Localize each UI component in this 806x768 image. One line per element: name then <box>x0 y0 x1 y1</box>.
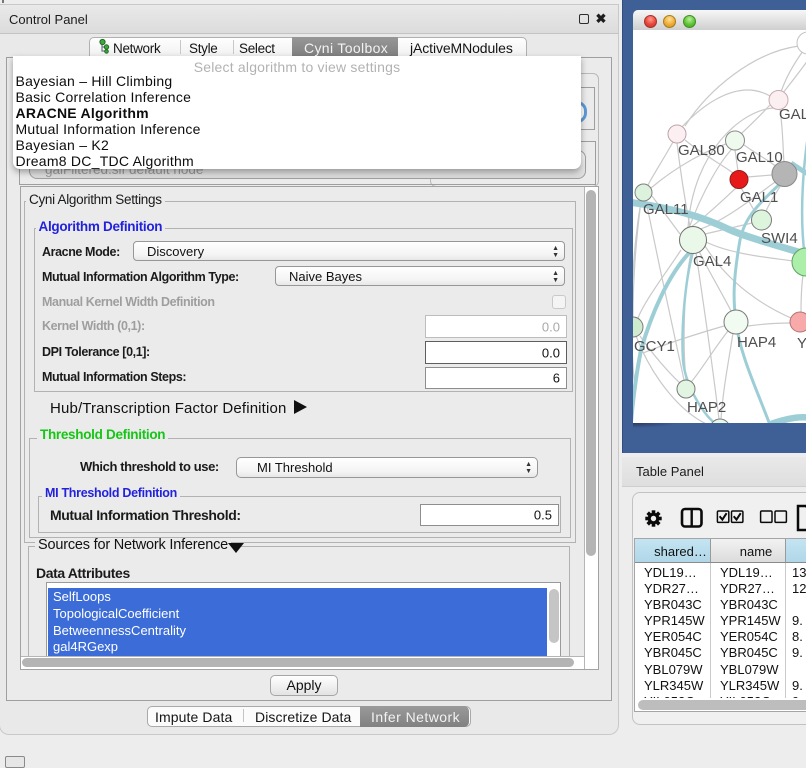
svg-text:GAL4: GAL4 <box>693 253 731 270</box>
svg-text:GAL: GAL <box>779 106 806 123</box>
svg-text:GCY1: GCY1 <box>634 338 675 355</box>
svg-text:GAL80: GAL80 <box>678 142 725 159</box>
svg-text:GAL11: GAL11 <box>643 201 689 218</box>
svg-text:GAL1: GAL1 <box>740 189 778 206</box>
svg-text:HAP2: HAP2 <box>687 399 726 416</box>
svg-text:SWI4: SWI4 <box>761 230 798 247</box>
svg-text:HAP4: HAP4 <box>737 334 776 351</box>
svg-text:Y: Y <box>797 335 806 352</box>
svg-text:GAL10: GAL10 <box>736 149 783 166</box>
